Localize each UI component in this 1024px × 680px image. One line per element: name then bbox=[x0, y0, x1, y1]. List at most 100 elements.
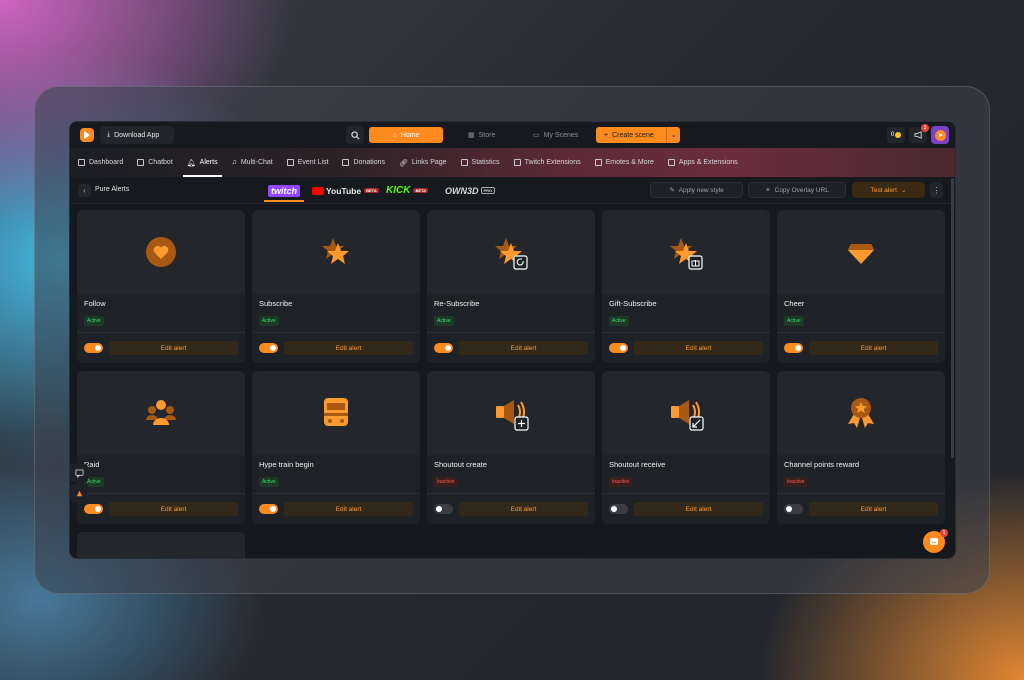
app-logo-icon[interactable] bbox=[80, 128, 94, 142]
notifications-button[interactable]: 3 bbox=[909, 124, 929, 143]
nav-emotes-more[interactable]: Emotes & More bbox=[594, 148, 654, 177]
alert-toggle[interactable] bbox=[784, 504, 803, 514]
edit-alert-button[interactable]: Edit alert bbox=[284, 341, 413, 355]
alert-toggle[interactable] bbox=[259, 504, 278, 514]
card-title: Re-Subscribe bbox=[434, 299, 480, 308]
star-repeat-icon bbox=[495, 238, 528, 270]
nav-multi-chat[interactable]: ♫ Multi-Chat bbox=[232, 148, 273, 177]
nav-donations[interactable]: Donations bbox=[342, 148, 385, 177]
edit-alert-button[interactable]: Edit alert bbox=[284, 502, 413, 516]
tab-own3d[interactable]: OWN3D PRO bbox=[445, 183, 496, 198]
alert-toggle[interactable] bbox=[434, 504, 453, 514]
my-scenes-link[interactable]: ▭ My Scenes bbox=[533, 127, 578, 143]
alert-toggle[interactable] bbox=[84, 343, 103, 353]
search-button[interactable] bbox=[346, 126, 364, 144]
alert-card-shoutout-create: Shoutout create Inactive Edit alert bbox=[427, 371, 595, 524]
apply-new-style-button[interactable]: ✎ Apply new style bbox=[650, 182, 743, 198]
sub-header: ‹ Pure Alerts twitch YouTube BETA KICK B… bbox=[70, 177, 955, 204]
chevron-down-icon[interactable]: ⌄ bbox=[666, 127, 680, 143]
chat-icon bbox=[137, 159, 145, 166]
nav-chatbot[interactable]: Chatbot bbox=[137, 148, 173, 177]
support-chat-button[interactable]: 1 bbox=[923, 529, 948, 553]
alert-toggle[interactable] bbox=[784, 343, 803, 353]
feedback-button[interactable] bbox=[70, 464, 88, 482]
status-badge: Active bbox=[259, 316, 279, 326]
test-alert-button[interactable]: Test alert ⌄ bbox=[852, 182, 925, 198]
card-title: Shoutout create bbox=[434, 460, 487, 469]
coin-icon bbox=[895, 132, 902, 138]
plus-icon: + bbox=[604, 131, 609, 139]
list-icon bbox=[286, 159, 294, 166]
side-toolbar bbox=[70, 464, 90, 504]
status-badge: Active bbox=[434, 316, 454, 326]
download-icon: ⤓ bbox=[107, 131, 111, 138]
store-icon: ▦ bbox=[468, 132, 475, 139]
status-badge: Active bbox=[259, 477, 279, 487]
alert-card-follow: Follow Active Edit alert bbox=[77, 210, 245, 363]
link-icon: ⚭ bbox=[765, 187, 771, 194]
tab-youtube[interactable]: YouTube BETA bbox=[312, 183, 379, 198]
nav-twitch-extensions[interactable]: Twitch Extensions bbox=[513, 148, 581, 177]
store-link[interactable]: ▦ Store bbox=[468, 127, 495, 143]
edit-alert-button[interactable]: Edit alert bbox=[109, 341, 238, 355]
tab-twitch[interactable]: twitch bbox=[268, 183, 300, 198]
coin-balance[interactable]: 0 bbox=[887, 127, 905, 143]
back-button[interactable]: ‹ bbox=[78, 184, 91, 197]
home-button[interactable]: ⌂ Home bbox=[369, 127, 443, 143]
scrollbar[interactable] bbox=[951, 178, 954, 458]
alert-card-raid: Raid Active Edit alert bbox=[77, 371, 245, 524]
alert-card-shoutout-receive: Shoutout receive Inactive Edit alert bbox=[602, 371, 770, 524]
alert-card-gift-subscribe: Gift-Subscribe Active Edit alert bbox=[602, 210, 770, 363]
train-icon bbox=[324, 398, 348, 426]
alert-toggle[interactable] bbox=[609, 343, 628, 353]
edit-alert-button[interactable]: Edit alert bbox=[634, 502, 763, 516]
edit-alert-button[interactable]: Edit alert bbox=[459, 502, 588, 516]
chevron-left-icon: ‹ bbox=[83, 186, 86, 195]
stats-icon bbox=[460, 159, 468, 166]
card-title: Cheer bbox=[784, 299, 805, 308]
alert-card-partial bbox=[77, 532, 245, 558]
alert-toggle[interactable] bbox=[259, 343, 278, 353]
alert-toggle[interactable] bbox=[434, 343, 453, 353]
medal-icon bbox=[848, 398, 874, 428]
feedback-icon bbox=[74, 468, 84, 478]
kebab-icon: ⋮ bbox=[932, 185, 941, 195]
platform-tab-indicator bbox=[264, 200, 304, 202]
alert-toggle[interactable] bbox=[84, 504, 103, 514]
status-badge: Inactive bbox=[784, 477, 808, 487]
edit-alert-button[interactable]: Edit alert bbox=[109, 502, 238, 516]
youtube-icon bbox=[312, 186, 324, 195]
download-app-button[interactable]: ⤓ Download App bbox=[100, 126, 174, 144]
magic-wand-icon: ✎ bbox=[669, 187, 675, 194]
edit-alert-button[interactable]: Edit alert bbox=[459, 341, 588, 355]
streamer-tool-button[interactable] bbox=[70, 484, 88, 502]
folder-icon: ▭ bbox=[533, 132, 540, 139]
edit-alert-button[interactable]: Edit alert bbox=[809, 502, 938, 516]
card-title: Shoutout receive bbox=[609, 460, 666, 469]
nav-dashboard[interactable]: Dashboard bbox=[78, 148, 123, 177]
link-icon: 🔗︎ bbox=[399, 159, 408, 167]
tab-kick[interactable]: KICK BETA bbox=[386, 183, 429, 198]
card-title: Hype train begin bbox=[259, 460, 314, 469]
nav-statistics[interactable]: Statistics bbox=[460, 148, 500, 177]
edit-alert-button[interactable]: Edit alert bbox=[634, 341, 763, 355]
app-window: ⤓ Download App ⌂ Home ▦ Store ▭ My Scene… bbox=[69, 121, 956, 559]
nav-alerts[interactable]: 🔔︎ Alerts bbox=[182, 148, 222, 177]
donation-icon bbox=[342, 159, 350, 166]
copy-overlay-url-button[interactable]: ⚭ Copy Overlay URL bbox=[748, 182, 846, 198]
emote-icon bbox=[594, 159, 602, 166]
alert-toggle[interactable] bbox=[609, 504, 628, 514]
avatar[interactable] bbox=[931, 126, 949, 144]
avatar-logo-icon bbox=[934, 129, 946, 141]
nav-apps-extensions[interactable]: Apps & Extensions bbox=[667, 148, 738, 177]
alert-card-cheer: Cheer Active Edit alert bbox=[777, 210, 945, 363]
grid-icon bbox=[78, 159, 85, 166]
megaphone-receive-icon bbox=[671, 400, 704, 431]
nav-event-list[interactable]: Event List bbox=[286, 148, 328, 177]
more-options-button[interactable]: ⋮ bbox=[930, 182, 943, 198]
create-scene-button[interactable]: + Create scene ⌄ bbox=[596, 127, 680, 143]
edit-alert-button[interactable]: Edit alert bbox=[809, 341, 938, 355]
bell-icon: ♫ bbox=[231, 159, 237, 166]
nav-links-page[interactable]: 🔗︎ Links Page bbox=[399, 148, 447, 177]
gem-icon bbox=[848, 244, 874, 264]
